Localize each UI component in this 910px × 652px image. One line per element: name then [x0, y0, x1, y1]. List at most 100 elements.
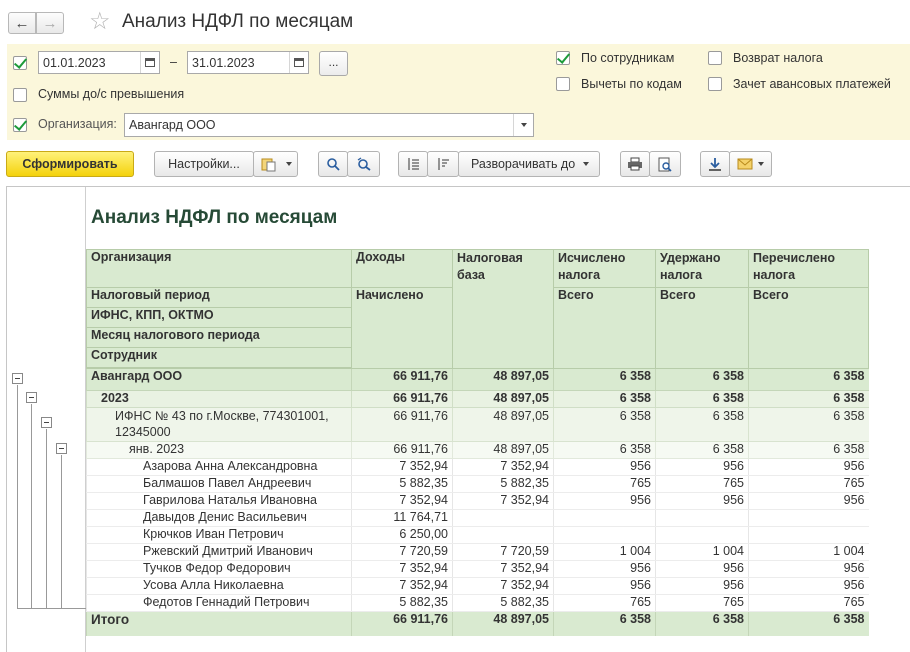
table-row-ifns[interactable]: ИФНС № 43 по г.Москве, 774301001, 1234500…	[86, 407, 869, 442]
chevron-down-icon	[583, 162, 590, 166]
table-row-month[interactable]: янв. 2023 66 911,76 48 897,05 6 358 6 35…	[86, 441, 869, 459]
save-button[interactable]	[700, 151, 730, 177]
period-checkbox[interactable]	[13, 56, 27, 70]
print-button[interactable]	[620, 151, 650, 177]
search-button[interactable]	[318, 151, 348, 177]
table-row-organization[interactable]: Авангард ООО 66 911,76 48 897,05 6 358 6…	[86, 368, 869, 391]
cell-calc: 6 358	[553, 407, 656, 442]
report-area[interactable]: Анализ НДФЛ по месяцам Организация Доход…	[6, 186, 910, 652]
expand-to-label: Разворачивать до	[471, 157, 576, 171]
organization-field[interactable]: Авангард ООО	[124, 113, 534, 137]
header-tax-period: Налоговый период	[86, 287, 352, 308]
envelope-icon	[737, 158, 753, 170]
print-preview-button[interactable]	[649, 151, 681, 177]
cell-income: 11 764,71	[351, 509, 453, 527]
cell-withheld: 6 358	[655, 368, 749, 391]
header-tax-base: Налоговая база	[452, 249, 554, 369]
cell-withheld: 6 358	[655, 390, 749, 408]
deductions-codes-checkbox[interactable]	[556, 77, 570, 91]
search-next-button[interactable]	[347, 151, 380, 177]
by-employees-label: По сотрудникам	[581, 51, 675, 65]
employee-name: Ржевский Дмитрий Иванович	[86, 543, 352, 561]
expand-to-button[interactable]: Разворачивать до	[458, 151, 600, 177]
tax-refund-label: Возврат налога	[733, 51, 823, 65]
sums-threshold-checkbox[interactable]	[13, 88, 27, 102]
row-label: Авангард ООО	[86, 368, 352, 391]
report-table: Организация Доходы Налоговая база Исчисл…	[86, 249, 869, 636]
sort-desc-button[interactable]	[427, 151, 459, 177]
collapse-year-icon[interactable]	[26, 392, 37, 403]
forward-button[interactable]: →	[36, 12, 64, 34]
arrow-left-icon: ←	[14, 14, 30, 32]
page-title: Анализ НДФЛ по месяцам	[122, 11, 354, 32]
generate-button[interactable]: Сформировать	[6, 151, 134, 177]
sums-threshold-label: Суммы до/с превышения	[38, 87, 185, 101]
table-row[interactable]: Балмашов Павел Андреевич 5 882,35 5 882,…	[86, 475, 869, 493]
calendar-button[interactable]	[289, 52, 308, 73]
back-button[interactable]: ←	[8, 12, 36, 34]
sort-asc-button[interactable]	[398, 151, 428, 177]
cell-base: 7 352,94	[452, 458, 554, 476]
by-employees-checkbox[interactable]	[556, 51, 570, 65]
date-to-value: 31.01.2023	[192, 56, 255, 70]
cell-transferred: 6 358	[748, 611, 869, 636]
cell-withheld: 956	[655, 492, 749, 510]
cell-calc	[553, 526, 656, 544]
table-row[interactable]: Давыдов Денис Васильевич 11 764,71	[86, 509, 869, 527]
deductions-codes-label: Вычеты по кодам	[581, 77, 682, 91]
table-row[interactable]: Крючков Иван Петрович 6 250,00	[86, 526, 869, 544]
employee-name: Усова Алла Николаевна	[86, 577, 352, 595]
cell-income: 5 882,35	[351, 475, 453, 493]
cell-transferred: 956	[748, 560, 869, 578]
tree-line	[17, 385, 18, 609]
cell-calc	[553, 509, 656, 527]
send-email-button[interactable]	[729, 151, 772, 177]
cell-calc: 6 358	[553, 441, 656, 459]
cell-income: 7 352,94	[351, 492, 453, 510]
variant-menu-button[interactable]	[253, 151, 298, 177]
cell-income: 5 882,35	[351, 594, 453, 612]
table-row-total[interactable]: Итого 66 911,76 48 897,05 6 358 6 358 6 …	[86, 611, 869, 636]
calendar-button[interactable]	[140, 52, 159, 73]
header-withheld-sub: Всего	[655, 287, 749, 369]
cell-calc: 765	[553, 594, 656, 612]
employee-name: Тучков Федор Федорович	[86, 560, 352, 578]
header-ifns: ИФНС, КПП, ОКТМО	[86, 307, 352, 328]
date-to-field[interactable]: 31.01.2023	[187, 51, 309, 74]
cell-calc: 956	[553, 560, 656, 578]
collapse-ifns-icon[interactable]	[41, 417, 52, 428]
calendar-icon	[145, 58, 155, 67]
period-select-button[interactable]: ...	[319, 51, 348, 76]
print-preview-icon	[658, 157, 672, 172]
date-from-field[interactable]: 01.01.2023	[38, 51, 160, 74]
cell-withheld	[655, 509, 749, 527]
report-variant-icon	[261, 158, 276, 172]
employee-name: Давыдов Денис Васильевич	[86, 509, 352, 527]
table-row[interactable]: Азарова Анна Александровна 7 352,94 7 35…	[86, 458, 869, 476]
table-row-year[interactable]: 2023 66 911,76 48 897,05 6 358 6 358 6 3…	[86, 390, 869, 408]
table-row[interactable]: Ржевский Дмитрий Иванович 7 720,59 7 720…	[86, 543, 869, 561]
header-organization: Организация	[86, 249, 352, 288]
favorite-star-icon[interactable]: ☆	[89, 8, 111, 36]
advance-offset-label: Зачет авансовых платежей	[733, 77, 891, 91]
settings-button[interactable]: Настройки...	[154, 151, 254, 177]
table-row[interactable]: Гаврилова Наталья Ивановна 7 352,94 7 35…	[86, 492, 869, 510]
advance-offset-checkbox[interactable]	[708, 77, 722, 91]
employee-name: Азарова Анна Александровна	[86, 458, 352, 476]
cell-base: 7 352,94	[452, 492, 554, 510]
collapse-org-icon[interactable]	[12, 373, 23, 384]
chevron-down-icon	[758, 162, 764, 166]
ifns-line1: ИФНС № 43 по г.Москве, 774301001,	[115, 409, 329, 423]
cell-transferred	[748, 509, 869, 527]
table-row[interactable]: Федотов Геннадий Петрович 5 882,35 5 882…	[86, 594, 869, 612]
organization-dropdown-button[interactable]	[513, 114, 533, 136]
collapse-month-icon[interactable]	[56, 443, 67, 454]
table-row[interactable]: Тучков Федор Федорович 7 352,94 7 352,94…	[86, 560, 869, 578]
table-row[interactable]: Усова Алла Николаевна 7 352,94 7 352,94 …	[86, 577, 869, 595]
sort-ascending-icon	[408, 158, 419, 170]
cell-transferred: 765	[748, 594, 869, 612]
cell-base	[452, 526, 554, 544]
calendar-icon	[294, 58, 304, 67]
organization-checkbox[interactable]	[13, 118, 27, 132]
tax-refund-checkbox[interactable]	[708, 51, 722, 65]
